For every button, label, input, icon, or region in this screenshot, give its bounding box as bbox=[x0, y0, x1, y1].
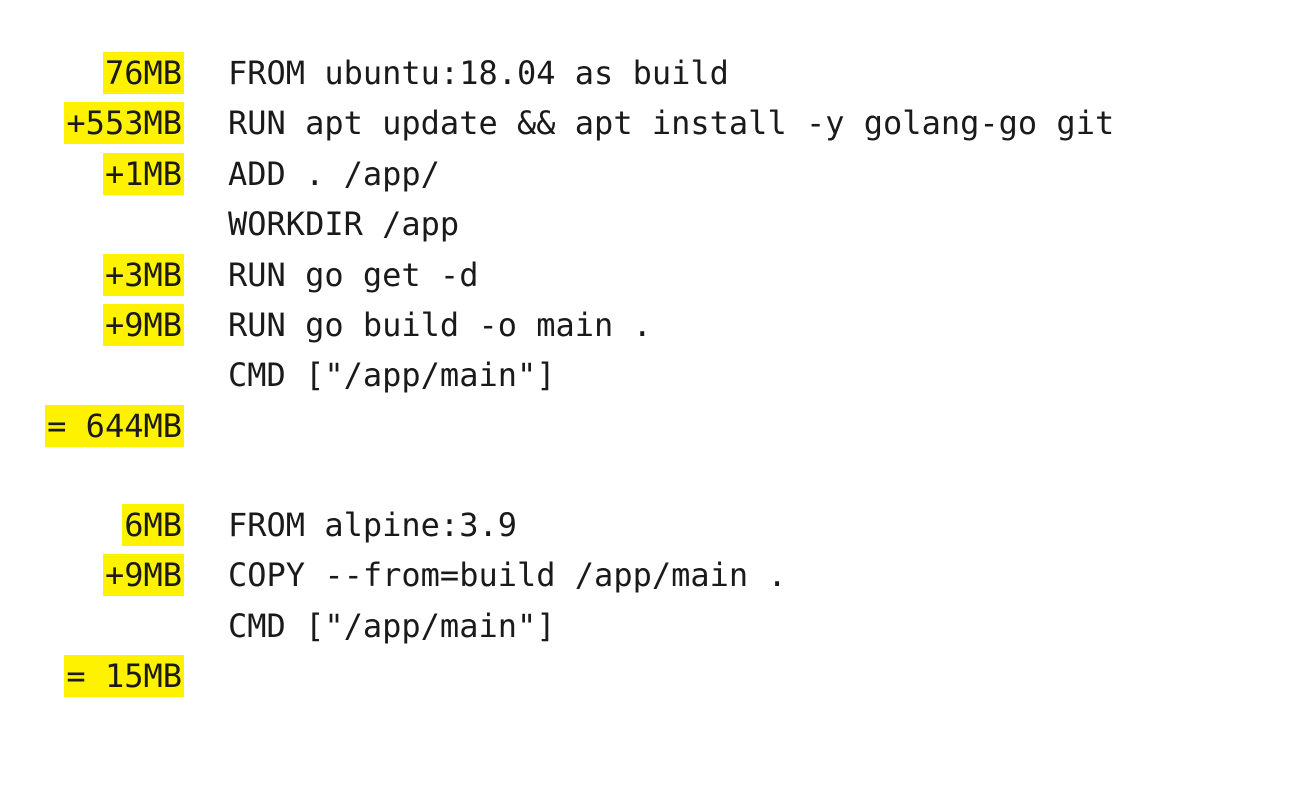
layer-size-badge: +9MB bbox=[102, 303, 184, 346]
build-stage-ubuntu: 76MB FROM ubuntu:18.04 as build +553MB R… bbox=[0, 48, 1316, 451]
dockerfile-line: 76MB FROM ubuntu:18.04 as build bbox=[0, 48, 1316, 98]
layer-size-badge: +1MB bbox=[102, 152, 184, 195]
dockerfile-instruction: RUN go get -d bbox=[228, 255, 479, 294]
slide: 76MB FROM ubuntu:18.04 as build +553MB R… bbox=[0, 0, 1316, 756]
layer-size-badge: 76MB bbox=[102, 52, 184, 94]
dockerfile-line: CMD ["/app/main"] bbox=[0, 350, 1316, 400]
dockerfile-instruction: COPY --from=build /app/main . bbox=[228, 556, 787, 595]
dockerfile-instruction: ADD . /app/ bbox=[228, 154, 440, 193]
layer-size-badge: +3MB bbox=[102, 253, 184, 296]
layer-size-badge: 6MB bbox=[122, 504, 184, 546]
dockerfile-instruction: CMD ["/app/main"] bbox=[228, 606, 556, 645]
image-total-line: = 644MB bbox=[0, 401, 1316, 451]
dockerfile-line: +1MB ADD . /app/ bbox=[0, 149, 1316, 199]
dockerfile-instruction: RUN go build -o main . bbox=[228, 305, 652, 344]
image-total-size-badge: = 15MB bbox=[64, 655, 184, 698]
image-total-line: = 15MB bbox=[0, 651, 1316, 701]
dockerfile-instruction: FROM alpine:3.9 bbox=[228, 506, 517, 544]
image-total-size-badge: = 644MB bbox=[45, 404, 184, 447]
layer-size-badge: +9MB bbox=[102, 554, 184, 597]
dockerfile-instruction: FROM ubuntu:18.04 as build bbox=[228, 54, 729, 92]
dockerfile-instruction: RUN apt update && apt install -y golang-… bbox=[228, 104, 1115, 143]
dockerfile-line: +553MB RUN apt update && apt install -y … bbox=[0, 98, 1316, 148]
dockerfile-line: +9MB RUN go build -o main . bbox=[0, 300, 1316, 350]
dockerfile-line: 6MB FROM alpine:3.9 bbox=[0, 500, 1316, 550]
dockerfile-line: +3MB RUN go get -d bbox=[0, 250, 1316, 300]
dockerfile-line: WORKDIR /app bbox=[0, 199, 1316, 249]
build-stage-alpine: 6MB FROM alpine:3.9 +9MB COPY --from=bui… bbox=[0, 500, 1316, 702]
dockerfile-instruction: WORKDIR /app bbox=[228, 205, 460, 244]
layer-size-badge: +553MB bbox=[64, 102, 184, 145]
dockerfile-line: +9MB COPY --from=build /app/main . bbox=[0, 550, 1316, 600]
dockerfile-line: CMD ["/app/main"] bbox=[0, 601, 1316, 651]
dockerfile-instruction: CMD ["/app/main"] bbox=[228, 356, 556, 395]
